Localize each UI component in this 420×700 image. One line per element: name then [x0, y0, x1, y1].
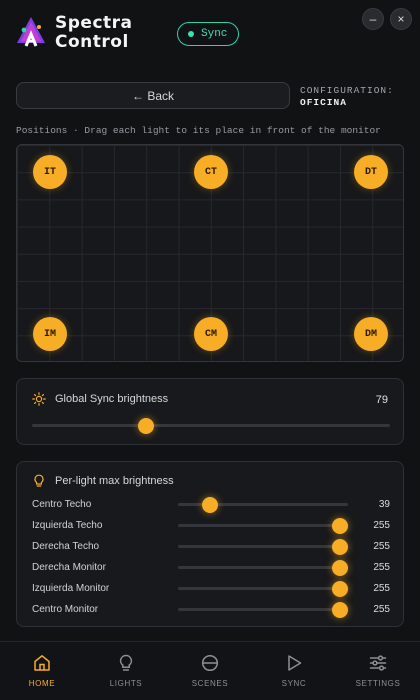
light-handle-dm[interactable]: DM [354, 317, 388, 351]
per-light-thumb[interactable] [332, 539, 348, 555]
per-light-row: Derecha Monitor 255 [17, 558, 405, 578]
back-button[interactable]: ← Back [16, 82, 290, 109]
sync-status-dot [188, 31, 194, 37]
lightbulb-icon [34, 474, 44, 487]
sun-icon [32, 392, 46, 406]
configuration-label: CONFIGURATION: [300, 85, 394, 96]
per-light-value: 255 [373, 520, 390, 531]
per-light-row: Izquierda Techo 255 [17, 516, 405, 536]
per-light-name: Centro Techo [32, 499, 92, 510]
back-button-label: ← Back [131, 88, 174, 103]
nav-scenes-label: SCENES [191, 679, 229, 688]
sync-status-label: Sync [201, 28, 228, 40]
per-light-slider[interactable] [178, 518, 348, 534]
per-light-slider[interactable] [178, 560, 348, 576]
per-light-thumb[interactable] [201, 497, 218, 513]
per-light-row: Centro Monitor 255 [17, 600, 405, 620]
per-light-value: 39 [378, 499, 390, 510]
per-light-name: Centro Monitor [32, 604, 99, 615]
app-title-line2: Control [55, 32, 129, 52]
per-light-track [178, 608, 348, 611]
per-light-value: 255 [373, 604, 390, 615]
global-brightness-slider[interactable] [32, 418, 390, 434]
nav-home[interactable]: HOME [0, 642, 84, 700]
global-brightness-card: Global Sync brightness 79 [16, 378, 404, 445]
light-handle-im[interactable]: IM [33, 317, 67, 351]
nav-settings[interactable]: SETTINGS [336, 642, 420, 700]
per-light-brightness-card: Per-light max brightness Centro Techo 39… [16, 461, 404, 627]
nav-sync-label: SYNC [281, 679, 307, 688]
per-light-thumb[interactable] [332, 560, 348, 576]
per-light-slider[interactable] [178, 539, 348, 555]
per-light-row: Izquierda Monitor 255 [17, 579, 405, 599]
nav-home-label: HOME [28, 679, 56, 688]
light-position-grid[interactable]: IT CT DT IM CM DM [16, 144, 404, 362]
sliders-icon [369, 655, 387, 671]
per-light-track [178, 545, 348, 548]
per-light-slider[interactable] [178, 581, 348, 597]
configuration-value: OFICINA [300, 97, 347, 108]
per-light-name: Derecha Techo [32, 541, 100, 552]
minimize-button[interactable]: – [362, 8, 384, 30]
global-brightness-thumb[interactable] [137, 418, 154, 434]
light-handle-cm[interactable]: CM [194, 317, 228, 351]
per-light-slider[interactable] [178, 497, 348, 513]
light-handle-dt[interactable]: DT [354, 155, 388, 189]
global-brightness-track [32, 424, 390, 427]
light-handle-it[interactable]: IT [33, 155, 67, 189]
play-icon [288, 655, 302, 671]
per-light-value: 255 [373, 541, 390, 552]
per-light-slider[interactable] [178, 602, 348, 618]
per-light-name: Izquierda Monitor [32, 583, 110, 594]
per-light-track [178, 524, 348, 527]
app-logo-icon [17, 17, 45, 47]
nav-lights-label: LIGHTS [109, 679, 143, 688]
sync-status-badge[interactable]: Sync [177, 22, 240, 46]
per-light-value: 255 [373, 583, 390, 594]
per-light-track [178, 587, 348, 590]
positions-caption: Positions · Drag each light to its place… [16, 125, 381, 136]
per-light-brightness-title: Per-light max brightness [55, 475, 174, 487]
global-brightness-value: 79 [375, 394, 388, 406]
per-light-row: Derecha Techo 255 [17, 537, 405, 557]
bottom-nav: HOME LIGHTS SCENES SYNC SETTINGS [0, 641, 420, 700]
lightbulb-icon [119, 654, 133, 671]
nav-settings-label: SETTINGS [355, 679, 401, 688]
per-light-track [178, 566, 348, 569]
light-handle-ct[interactable]: CT [194, 155, 228, 189]
nav-sync[interactable]: SYNC [252, 642, 336, 700]
nav-scenes[interactable]: SCENES [168, 642, 252, 700]
per-light-thumb[interactable] [332, 602, 348, 618]
nav-lights[interactable]: LIGHTS [84, 642, 168, 700]
app-title: Spectra Control [55, 14, 133, 52]
app-title-line1: Spectra [55, 13, 133, 33]
per-light-name: Izquierda Techo [32, 520, 103, 531]
home-icon [34, 655, 50, 671]
per-light-value: 255 [373, 562, 390, 573]
title-bar: Spectra Control Sync – × [0, 0, 420, 66]
per-light-thumb[interactable] [332, 581, 348, 597]
global-brightness-title: Global Sync brightness [55, 393, 169, 405]
per-light-name: Derecha Monitor [32, 562, 106, 573]
scenes-icon [201, 654, 219, 672]
close-button[interactable]: × [390, 8, 412, 30]
per-light-thumb[interactable] [332, 518, 348, 534]
per-light-row: Centro Techo 39 [17, 495, 405, 515]
